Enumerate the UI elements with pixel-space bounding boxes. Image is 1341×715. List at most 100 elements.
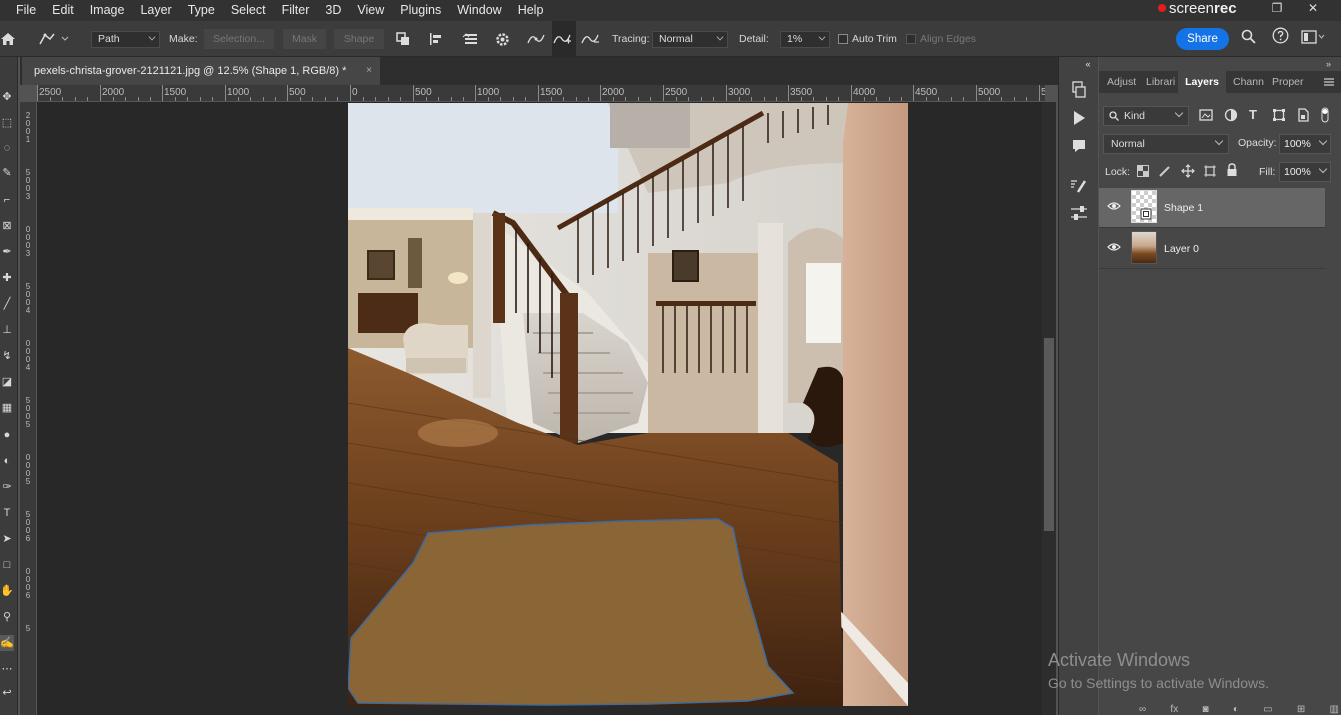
brush-tool-icon[interactable]: ╱	[0, 296, 14, 312]
vertical-scroll-thumb[interactable]	[1044, 338, 1054, 531]
workspace-switcher-icon[interactable]	[1300, 21, 1326, 57]
curvature-pen-icon[interactable]	[526, 21, 548, 57]
close-window-icon[interactable]: ✕	[1300, 0, 1326, 16]
layer-effects-icon[interactable]: fx	[1170, 704, 1178, 715]
comments-icon[interactable]	[1068, 138, 1090, 156]
panel-menu-icon[interactable]	[1323, 71, 1337, 93]
path-alignment-icon[interactable]	[429, 21, 449, 57]
make-shape-button[interactable]: Shape	[334, 29, 384, 49]
more-tools-icon[interactable]: ⋯	[0, 661, 14, 677]
menu-layer[interactable]: Layer	[132, 0, 179, 21]
history-panel-icon[interactable]	[1068, 81, 1090, 99]
restore-window-icon[interactable]: ❐	[1264, 0, 1290, 16]
make-mask-button[interactable]: Mask	[283, 29, 326, 49]
opacity-input[interactable]: 100%	[1279, 134, 1331, 154]
menu-select[interactable]: Select	[223, 0, 274, 21]
filter-type-icon[interactable]: T	[1249, 107, 1263, 122]
detail-input[interactable]: 1%	[780, 30, 830, 48]
filter-shape-icon[interactable]	[1272, 108, 1286, 122]
dodge-tool-icon[interactable]: ◐	[0, 453, 14, 469]
add-point-pen-icon[interactable]	[552, 21, 576, 57]
path-arrangement-icon[interactable]	[462, 21, 484, 57]
home-icon[interactable]	[0, 21, 20, 57]
path-operations-icon[interactable]	[396, 21, 416, 57]
freeform-pen-tool-icon[interactable]: ✍	[0, 635, 14, 651]
crop-tool-icon[interactable]: ⌐	[0, 192, 14, 208]
link-layers-icon[interactable]: ∞	[1139, 704, 1146, 715]
gradient-tool-icon[interactable]: ▦	[0, 400, 14, 416]
actions-play-icon[interactable]	[1068, 110, 1090, 128]
menu-image[interactable]: Image	[82, 0, 133, 21]
filter-pixel-icon[interactable]	[1199, 108, 1213, 122]
menu-type[interactable]: Type	[180, 0, 223, 21]
auto-trim-check[interactable]	[838, 34, 848, 44]
lock-image-icon[interactable]	[1159, 165, 1173, 177]
menu-plugins[interactable]: Plugins	[392, 0, 449, 21]
share-button[interactable]: Share	[1176, 28, 1229, 50]
filter-toggle-icon[interactable]	[1321, 107, 1329, 123]
clone-stamp-tool-icon[interactable]: ⊥	[0, 322, 14, 338]
help-icon[interactable]	[1269, 21, 1291, 57]
lasso-tool-icon[interactable]: ◌	[0, 140, 14, 156]
align-edges-check[interactable]	[906, 34, 916, 44]
canvas-area[interactable]	[37, 102, 1042, 715]
lock-position-icon[interactable]	[1181, 164, 1195, 178]
zoom-tool-icon[interactable]: ⚲	[0, 609, 14, 625]
tab-adjustments[interactable]: Adjust	[1107, 71, 1141, 93]
frame-tool-icon[interactable]: ⊠	[0, 218, 14, 234]
collapse-left-icon[interactable]: «	[1077, 59, 1099, 77]
filter-adjustment-icon[interactable]	[1224, 108, 1238, 122]
filter-smart-object-icon[interactable]	[1296, 108, 1310, 122]
new-layer-icon[interactable]: ⊞	[1297, 704, 1305, 715]
hand-tool-icon[interactable]: ✋	[0, 583, 14, 599]
menu-file[interactable]: File	[0, 0, 44, 21]
eraser-tool-icon[interactable]: ◪	[0, 374, 14, 390]
rectangle-tool-icon[interactable]: □	[0, 557, 14, 573]
tab-channels[interactable]: Chann	[1233, 71, 1267, 93]
visibility-eye-icon[interactable]	[1107, 242, 1121, 256]
swap-colors-icon[interactable]: ↩	[0, 685, 14, 701]
layer-name[interactable]: Shape 1	[1164, 188, 1203, 228]
filter-kind-select[interactable]: Kind	[1103, 106, 1189, 126]
tab-libraries[interactable]: Librari	[1146, 71, 1180, 93]
align-edges-checkbox[interactable]: Align Edges	[906, 21, 976, 57]
adjustments-sliders-icon[interactable]	[1068, 205, 1090, 223]
quick-select-tool-icon[interactable]: ✎	[0, 165, 14, 181]
menu-view[interactable]: View	[349, 0, 392, 21]
document-tab[interactable]: pexels-christa-grover-2121121.jpg @ 12.5…	[22, 57, 380, 85]
lock-transparent-icon[interactable]	[1137, 165, 1149, 177]
make-selection-button[interactable]: Selection...	[204, 29, 274, 49]
menu-3d[interactable]: 3D	[317, 0, 349, 21]
blend-mode-select[interactable]: Normal	[1103, 134, 1229, 154]
move-tool-icon[interactable]: ✥	[0, 89, 14, 105]
pen-tool-icon[interactable]: ✑	[0, 479, 14, 495]
lock-artboard-icon[interactable]	[1203, 164, 1217, 178]
document-image[interactable]	[348, 103, 908, 706]
menu-help[interactable]: Help	[510, 0, 552, 21]
eyedropper-tool-icon[interactable]: ✒	[0, 244, 14, 260]
new-adjustment-icon[interactable]: ◐	[1233, 704, 1239, 715]
menu-window[interactable]: Window	[449, 0, 509, 21]
history-brush-tool-icon[interactable]: ↯	[0, 348, 14, 364]
layer-row-layer-0[interactable]: Layer 0	[1099, 229, 1325, 269]
path-selection-tool-icon[interactable]: ➤	[0, 531, 14, 547]
menu-filter[interactable]: Filter	[274, 0, 318, 21]
tab-properties[interactable]: Proper	[1272, 71, 1306, 93]
tool-preset-picker[interactable]	[36, 21, 76, 57]
settings-gear-icon[interactable]	[495, 21, 515, 57]
menu-edit[interactable]: Edit	[44, 0, 82, 21]
delete-layer-icon[interactable]: ▥	[1330, 704, 1339, 715]
layer-row-shape-1[interactable]: Shape 1	[1099, 188, 1325, 228]
close-document-icon[interactable]: ×	[366, 57, 372, 85]
marquee-tool-icon[interactable]: ⬚	[0, 115, 14, 131]
mode-select[interactable]: Path	[91, 30, 160, 48]
add-mask-icon[interactable]: ◙	[1202, 704, 1208, 715]
brush-settings-icon[interactable]	[1068, 178, 1090, 196]
layer-name[interactable]: Layer 0	[1164, 229, 1199, 269]
blur-tool-icon[interactable]: ●	[0, 427, 14, 443]
collapse-right-icon[interactable]: »	[1326, 59, 1331, 69]
remove-point-pen-icon[interactable]	[580, 21, 602, 57]
type-tool-icon[interactable]: T	[0, 505, 14, 521]
search-icon[interactable]	[1238, 21, 1258, 57]
tab-layers[interactable]: Layers	[1178, 71, 1226, 93]
